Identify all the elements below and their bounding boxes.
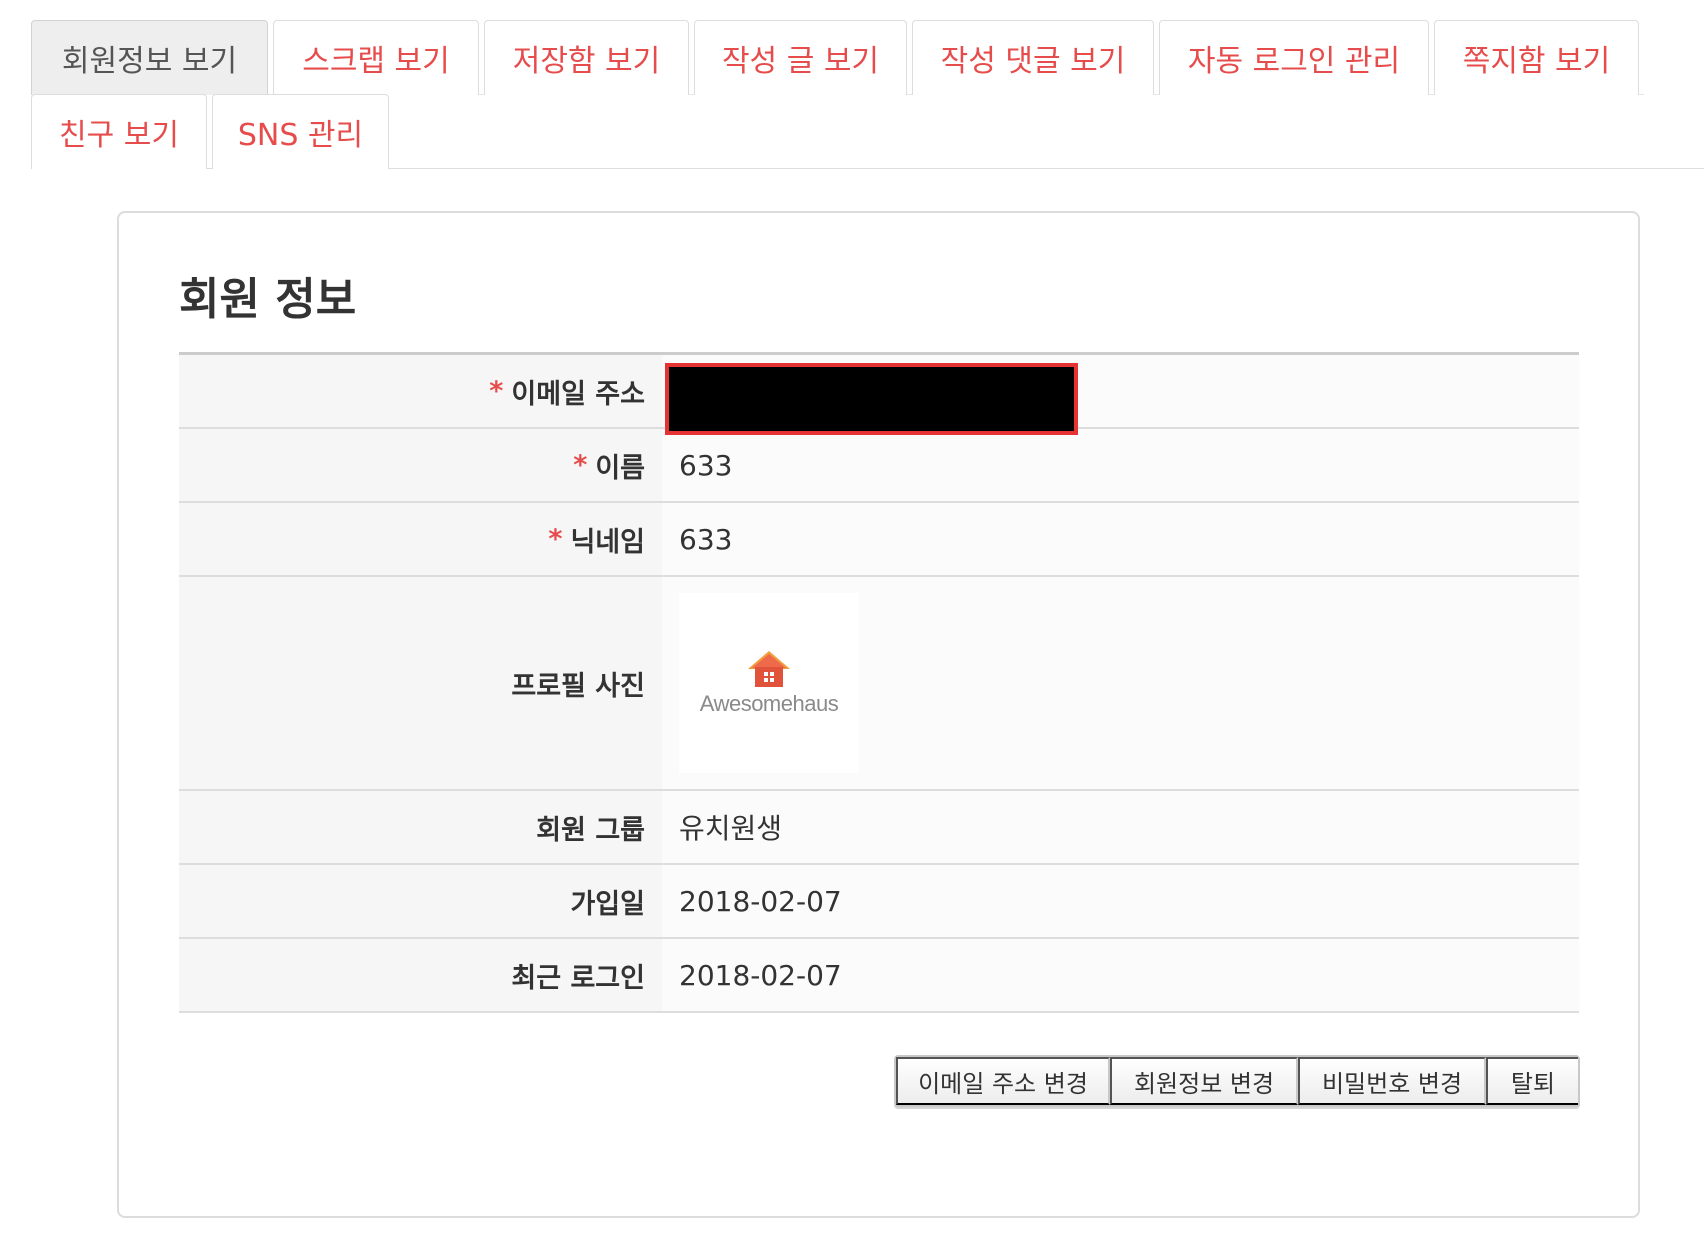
logo-text: Awesomehaus (699, 691, 839, 716)
row-nickname: * 닉네임 633 (179, 503, 1579, 577)
tab-scrap[interactable]: 스크랩 보기 (273, 20, 479, 95)
profile-photo-label-text: 프로필 사진 (511, 670, 645, 702)
tab-messages[interactable]: 쪽지함 보기 (1434, 20, 1639, 95)
tab-saved[interactable]: 저장함 보기 (484, 20, 689, 95)
name-label-text: 이름 (595, 452, 645, 484)
member-tabs: 회원정보 보기 스크랩 보기 저장함 보기 작성 글 보기 작성 댓글 보기 자… (31, 20, 1704, 169)
house-icon (748, 651, 790, 687)
required-mark: * (489, 375, 504, 407)
name-value: 633 (662, 429, 1579, 501)
joined-label: 가입일 (179, 865, 662, 937)
group-value: 유치원생 (662, 791, 1579, 863)
row-joined: 가입일 2018-02-07 (179, 865, 1579, 939)
tab-my-comments[interactable]: 작성 댓글 보기 (912, 20, 1154, 95)
joined-label-text: 가입일 (570, 888, 645, 920)
withdraw-button[interactable]: 탈퇴 (1486, 1057, 1578, 1105)
row-group: 회원 그룹 유치원생 (179, 791, 1579, 865)
email-label-text: 이메일 주소 (511, 378, 645, 410)
tab-sns[interactable]: SNS 관리 (212, 94, 389, 169)
row-profile-photo: 프로필 사진 Awesomehaus (179, 577, 1579, 791)
nickname-label: * 닉네임 (179, 503, 662, 575)
nickname-value: 633 (662, 503, 1579, 575)
row-last-login: 최근 로그인 2018-02-07 (179, 939, 1579, 1013)
required-mark: * (573, 449, 588, 481)
change-info-button[interactable]: 회원정보 변경 (1110, 1057, 1298, 1105)
profile-photo-value: Awesomehaus (662, 577, 1579, 789)
last-login-label: 최근 로그인 (179, 939, 662, 1011)
name-label: * 이름 (179, 429, 662, 501)
tab-member-info[interactable]: 회원정보 보기 (31, 20, 268, 95)
email-label: * 이메일 주소 (179, 355, 662, 427)
profile-photo-label: 프로필 사진 (179, 577, 662, 789)
nickname-label-text: 닉네임 (570, 526, 645, 558)
tab-auto-login[interactable]: 자동 로그인 관리 (1159, 20, 1429, 95)
tab-row-2: 친구 보기 SNS 관리 (31, 94, 394, 169)
email-value (662, 355, 1579, 435)
page-title: 회원 정보 (179, 274, 357, 325)
required-mark: * (548, 523, 563, 555)
last-login-value: 2018-02-07 (662, 939, 1579, 1011)
member-info-panel: 회원 정보 * 이메일 주소 * 이름 633 * 닉네임 633 프로필 사진… (117, 211, 1640, 1218)
tab-row-1: 회원정보 보기 스크랩 보기 저장함 보기 작성 글 보기 작성 댓글 보기 자… (31, 20, 1644, 95)
row-email: * 이메일 주소 (179, 355, 1579, 435)
tab-my-posts[interactable]: 작성 글 보기 (694, 20, 907, 95)
profile-photo: Awesomehaus (679, 593, 859, 773)
change-email-button[interactable]: 이메일 주소 변경 (896, 1057, 1110, 1105)
group-label: 회원 그룹 (179, 791, 662, 863)
group-label-text: 회원 그룹 (536, 814, 645, 846)
joined-value: 2018-02-07 (662, 865, 1579, 937)
tab-friends[interactable]: 친구 보기 (31, 94, 207, 169)
row-name: * 이름 633 (179, 429, 1579, 503)
change-password-button[interactable]: 비밀번호 변경 (1298, 1057, 1486, 1105)
member-info-table: * 이메일 주소 * 이름 633 * 닉네임 633 프로필 사진 Aweso… (179, 352, 1579, 1013)
redacted-email (665, 363, 1078, 435)
account-action-buttons: 이메일 주소 변경 회원정보 변경 비밀번호 변경 탈퇴 (894, 1055, 1580, 1107)
last-login-label-text: 최근 로그인 (511, 962, 645, 994)
